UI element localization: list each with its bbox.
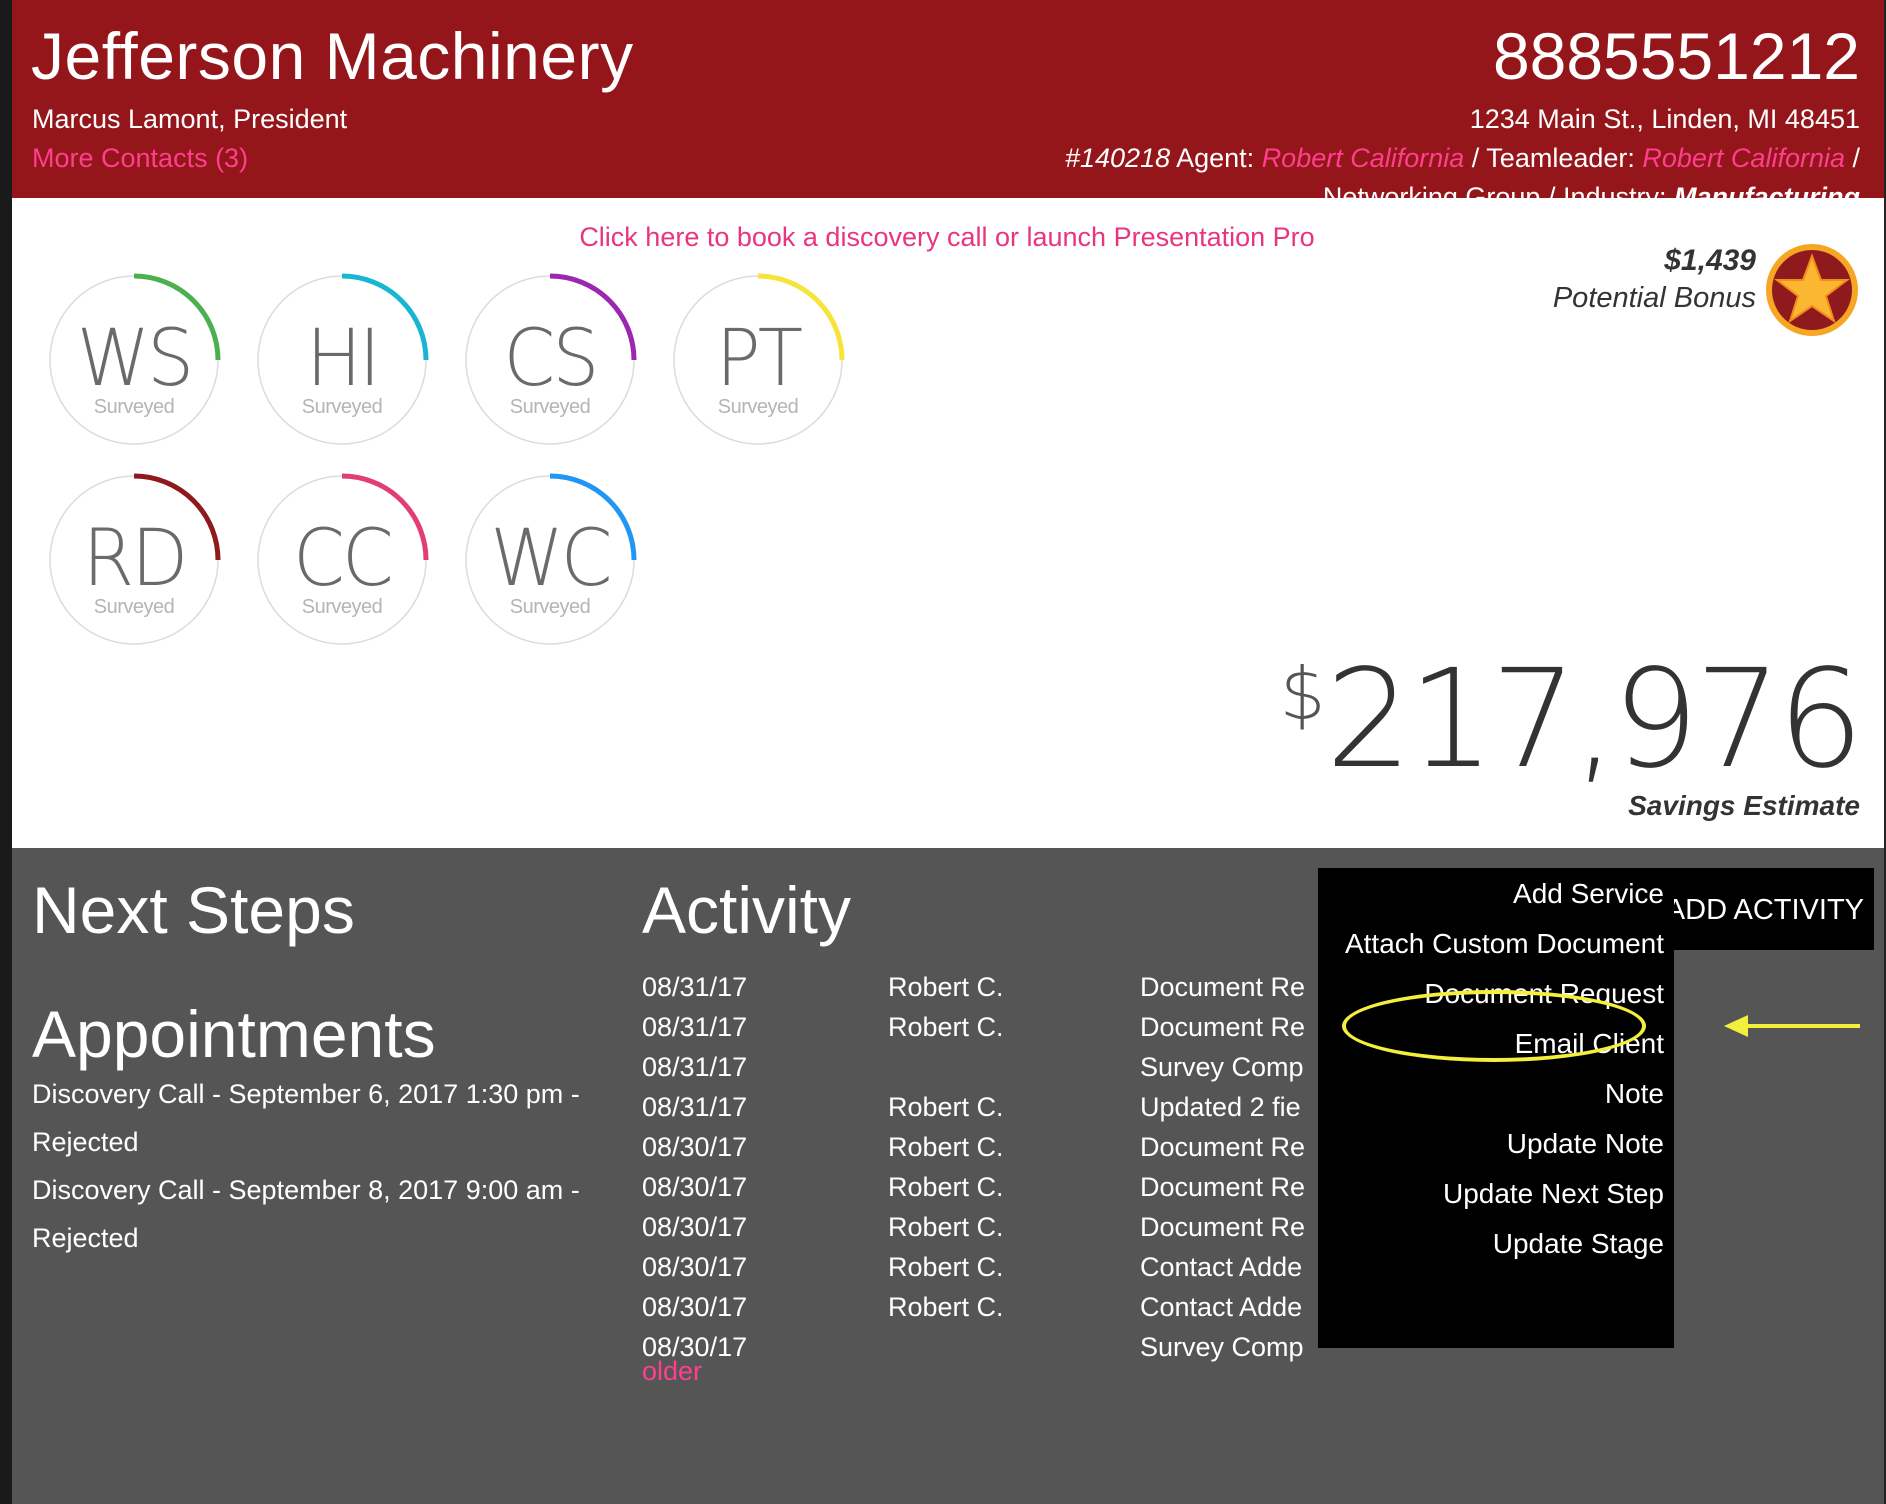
activity-description: Document Re	[1140, 1172, 1306, 1202]
gauge-status: Surveyed	[717, 396, 799, 418]
primary-contact: Marcus Lamont, President	[32, 104, 348, 134]
activity-description: Document Re	[1140, 972, 1306, 1002]
activity-description: Contact Adde	[1140, 1252, 1303, 1282]
older-activity-link[interactable]: older	[642, 1356, 702, 1387]
bonus-label: Potential Bonus	[1552, 282, 1756, 314]
more-contacts-link[interactable]: More Contacts (3)	[32, 143, 248, 174]
networking-label: Networking Group / Industry:	[1322, 182, 1674, 198]
activity-description: Document Re	[1140, 1212, 1306, 1242]
industry-value: Manufacturing	[1674, 182, 1860, 198]
activity-user: Robert C.	[888, 1292, 1004, 1322]
survey-gauge-rd[interactable]: RD Surveyed	[46, 472, 222, 648]
survey-gauge-ws[interactable]: WS Surveyed	[46, 272, 222, 448]
gauge-abbreviation: CS	[503, 314, 599, 404]
account-meta-overflow: Networking Group / Industry: Manufacturi…	[1323, 180, 1860, 198]
add-activity-menu: Add Service Attach Custom Document Docum…	[1318, 868, 1674, 1348]
agent-link[interactable]: Robert California	[1262, 143, 1465, 173]
appointment-item[interactable]: Discovery Call - September 6, 2017 1:30 …	[32, 1070, 632, 1166]
gauge-status: Surveyed	[301, 396, 383, 418]
survey-gauge-wc[interactable]: WC Surveyed	[462, 472, 638, 648]
gauge-status: Surveyed	[93, 396, 175, 418]
account-modal: Jefferson Machinery Marcus Lamont, Presi…	[12, 0, 1884, 1504]
gauge-status: Surveyed	[509, 596, 591, 618]
gauge-abbreviation: PT	[715, 314, 803, 404]
address: 1234 Main St., Linden, MI 48451	[1469, 104, 1860, 134]
savings-label: Savings Estimate	[1628, 790, 1860, 821]
activity-description: Updated 2 fie	[1140, 1092, 1301, 1122]
gauge-abbreviation: WS	[76, 314, 194, 404]
teamleader-link[interactable]: Robert California	[1642, 143, 1845, 173]
account-meta: #140218 Agent: Robert California / Teaml…	[1065, 143, 1860, 174]
activity-heading: Activity	[642, 873, 852, 947]
activity-user: Robert C.	[888, 1252, 1004, 1282]
survey-gauge-cs[interactable]: CS Surveyed	[462, 272, 638, 448]
arrow-left-icon	[1724, 1015, 1860, 1037]
background-page-edge	[0, 0, 12, 1504]
menu-item-email-client[interactable]: Email Client	[1515, 1028, 1664, 1060]
gauge-status: Surveyed	[93, 596, 175, 618]
activity-date: 08/30/17	[642, 1172, 748, 1202]
activity-description: Document Re	[1140, 1132, 1306, 1162]
activity-date: 08/30/17	[642, 1212, 748, 1242]
activity-user: Robert C.	[888, 1212, 1004, 1242]
activity-date: 08/31/17	[642, 1092, 748, 1122]
menu-item-note[interactable]: Note	[1605, 1078, 1664, 1110]
activity-date: 08/31/17	[642, 1052, 748, 1082]
meta-separator: /	[1844, 143, 1860, 173]
activity-description: Document Re	[1140, 1012, 1306, 1042]
menu-item-update-next-step[interactable]: Update Next Step	[1443, 1178, 1664, 1210]
gauge-abbreviation: RD	[82, 514, 189, 604]
savings-estimate: $217,976	[1279, 652, 1864, 788]
activity-user: Robert C.	[888, 1012, 1004, 1042]
activity-user: Robert C.	[888, 1092, 1004, 1122]
activity-panel: Next Steps Appointments Discovery Call -…	[12, 848, 1884, 1504]
activity-description: Survey Comp	[1140, 1332, 1304, 1362]
activity-user: Robert C.	[888, 972, 1004, 1002]
menu-item-update-note[interactable]: Update Note	[1507, 1128, 1664, 1160]
gauge-abbreviation: CC	[293, 514, 394, 604]
menu-item-add-service[interactable]: Add Service	[1513, 878, 1664, 910]
activity-description: Survey Comp	[1140, 1052, 1304, 1082]
star-badge-icon	[1766, 244, 1858, 336]
appointment-item[interactable]: Discovery Call - September 8, 2017 9:00 …	[32, 1166, 632, 1262]
activity-user: Robert C.	[888, 1132, 1004, 1162]
activity-user: Robert C.	[888, 1172, 1004, 1202]
activity-date: 08/31/17	[642, 1012, 748, 1042]
savings-amount: 217,976	[1325, 641, 1864, 799]
gauge-status: Surveyed	[301, 596, 383, 618]
menu-item-attach-custom-document[interactable]: Attach Custom Document	[1345, 928, 1664, 960]
savings-currency: $	[1279, 652, 1326, 736]
book-discovery-call-link[interactable]: Click here to book a discovery call or l…	[12, 222, 1882, 253]
account-header: Jefferson Machinery Marcus Lamont, Presi…	[12, 0, 1884, 198]
activity-date: 08/30/17	[642, 1292, 748, 1322]
activity-description: Contact Adde	[1140, 1292, 1303, 1322]
survey-gauge-hi[interactable]: HI Surveyed	[254, 272, 430, 448]
gauge-abbreviation: WC	[490, 514, 612, 604]
bonus-amount: $1,439	[1664, 244, 1756, 277]
phone-number[interactable]: 8885551212	[1493, 18, 1860, 94]
activity-date: 08/31/17	[642, 972, 748, 1002]
account-id: #140218	[1064, 143, 1171, 173]
menu-item-document-request[interactable]: Document Request	[1424, 978, 1664, 1010]
gauge-status: Surveyed	[509, 396, 591, 418]
survey-panel: Click here to book a discovery call or l…	[12, 198, 1884, 848]
add-activity-label[interactable]: ADD ACTIVITY	[1666, 894, 1864, 927]
survey-gauge-pt[interactable]: PT Surveyed	[670, 272, 846, 448]
appointments-heading: Appointments	[32, 997, 436, 1071]
company-name: Jefferson Machinery	[31, 19, 634, 93]
gauge-abbreviation: HI	[306, 314, 381, 404]
teamleader-label: / Teamleader:	[1464, 143, 1643, 173]
next-steps-heading: Next Steps	[32, 873, 355, 947]
activity-date: 08/30/17	[642, 1132, 748, 1162]
activity-date: 08/30/17	[642, 1252, 748, 1282]
menu-item-update-stage[interactable]: Update Stage	[1493, 1228, 1664, 1260]
agent-label: Agent:	[1170, 143, 1262, 173]
survey-gauge-cc[interactable]: CC Surveyed	[254, 472, 430, 648]
